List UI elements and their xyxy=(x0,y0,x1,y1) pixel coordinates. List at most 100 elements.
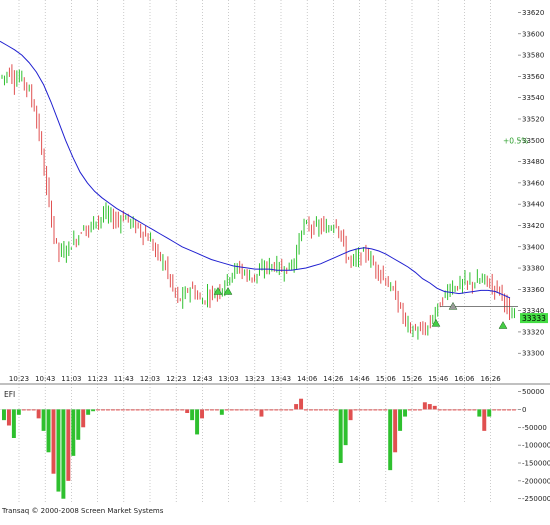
efi-bar xyxy=(422,402,427,410)
price-tick-label: 33520 xyxy=(522,115,544,123)
efi-bar xyxy=(66,409,71,481)
efi-bar xyxy=(160,409,165,411)
time-tick-label: 11:03 xyxy=(61,375,81,383)
efi-tick-label: 50000 xyxy=(522,388,544,396)
efi-tick-label: 0 xyxy=(522,406,526,414)
efi-bar xyxy=(462,409,467,411)
efi-bar xyxy=(512,409,516,411)
time-tick-label: 12:03 xyxy=(140,375,160,383)
price-tick-label: 33580 xyxy=(522,52,544,60)
time-tick-label: 13:03 xyxy=(219,375,239,383)
efi-tick-label: -250000 xyxy=(522,495,550,503)
time-tick-label: 15:26 xyxy=(402,375,423,383)
time-tick-label: 14:46 xyxy=(350,375,371,383)
efi-bar xyxy=(145,409,150,411)
efi-bar xyxy=(482,409,487,431)
efi-bar xyxy=(308,409,313,411)
price-tick-label: 33540 xyxy=(522,94,544,102)
efi-bar xyxy=(155,409,160,411)
efi-bar xyxy=(507,409,511,411)
efi-bar xyxy=(249,409,254,411)
efi-tick-label: -100000 xyxy=(522,442,550,450)
time-tick-label: 12:43 xyxy=(192,375,212,383)
chart-background xyxy=(0,0,550,525)
efi-bar xyxy=(170,409,175,411)
efi-bar xyxy=(125,409,130,411)
efi-bar xyxy=(437,409,442,411)
time-tick-label: 11:23 xyxy=(88,375,108,383)
efi-bar xyxy=(21,409,26,411)
efi-bar xyxy=(477,409,482,417)
efi-bar xyxy=(368,409,373,411)
efi-bar xyxy=(234,409,239,411)
efi-tick-label: -150000 xyxy=(522,460,550,468)
efi-bar xyxy=(373,409,378,411)
efi-tick-label: -200000 xyxy=(522,477,550,485)
price-tick-label: 33420 xyxy=(522,222,544,230)
efi-bar xyxy=(2,409,6,421)
efi-bar xyxy=(333,409,338,411)
time-tick-label: 14:26 xyxy=(323,375,344,383)
efi-bar xyxy=(343,409,348,446)
time-tick-label: 10:43 xyxy=(35,375,55,383)
price-tick-label: 33440 xyxy=(522,201,544,209)
efi-bar xyxy=(274,409,279,411)
efi-bar xyxy=(403,409,408,417)
efi-bar xyxy=(209,409,214,411)
efi-bar xyxy=(115,409,120,411)
price-tick-label: 33400 xyxy=(522,243,544,251)
efi-bar xyxy=(492,409,497,411)
efi-bar xyxy=(105,409,110,411)
efi-bar xyxy=(328,409,333,411)
efi-bar xyxy=(299,398,304,410)
efi-bar xyxy=(195,409,200,435)
efi-bar xyxy=(348,409,353,421)
efi-tick-label: -50000 xyxy=(522,424,547,432)
efi-bar xyxy=(130,409,135,411)
efi-bar xyxy=(313,409,318,411)
efi-bar xyxy=(338,409,343,463)
efi-bar xyxy=(294,404,299,410)
efi-bar xyxy=(46,409,51,453)
efi-bar xyxy=(224,409,229,411)
indicator-label: EFI xyxy=(4,390,15,399)
efi-bar xyxy=(304,409,308,411)
efi-bar xyxy=(180,409,185,411)
efi-bar xyxy=(408,409,412,411)
time-tick-label: 15:06 xyxy=(376,375,397,383)
efi-bar xyxy=(254,409,259,411)
efi-bar xyxy=(36,409,41,419)
efi-bar xyxy=(289,409,294,411)
time-tick-label: 14:06 xyxy=(297,375,318,383)
efi-bar xyxy=(91,409,96,412)
efi-bar xyxy=(388,409,393,471)
price-tick-label: 33460 xyxy=(522,179,544,187)
efi-bar xyxy=(229,409,234,411)
efi-bar xyxy=(412,409,417,411)
copyright-text: Transaq © 2000-2008 Screen Market System… xyxy=(1,507,164,515)
price-tick-label: 33560 xyxy=(522,73,544,81)
efi-bar xyxy=(31,409,36,411)
efi-bar xyxy=(41,409,46,431)
price-tick-label: 33600 xyxy=(522,30,544,38)
efi-bar xyxy=(56,409,61,492)
time-tick-label: 13:23 xyxy=(245,375,265,383)
efi-bar xyxy=(200,409,205,419)
efi-bar xyxy=(81,409,86,428)
efi-bar xyxy=(452,409,457,411)
last-price-label: 33333 xyxy=(522,314,546,323)
efi-bar xyxy=(358,409,363,411)
efi-bar xyxy=(284,409,289,411)
efi-bar xyxy=(150,409,155,411)
efi-bar xyxy=(244,409,249,411)
price-tick-label: 33480 xyxy=(522,158,544,166)
efi-bar xyxy=(467,409,472,411)
price-tick-label: 33320 xyxy=(522,328,544,336)
efi-bar xyxy=(447,409,452,411)
efi-bar xyxy=(378,409,383,411)
efi-bar xyxy=(86,409,91,415)
efi-bar xyxy=(219,409,224,415)
time-tick-label: 15:46 xyxy=(428,375,449,383)
efi-bar xyxy=(398,409,403,431)
price-tick-label: 33300 xyxy=(522,350,544,358)
